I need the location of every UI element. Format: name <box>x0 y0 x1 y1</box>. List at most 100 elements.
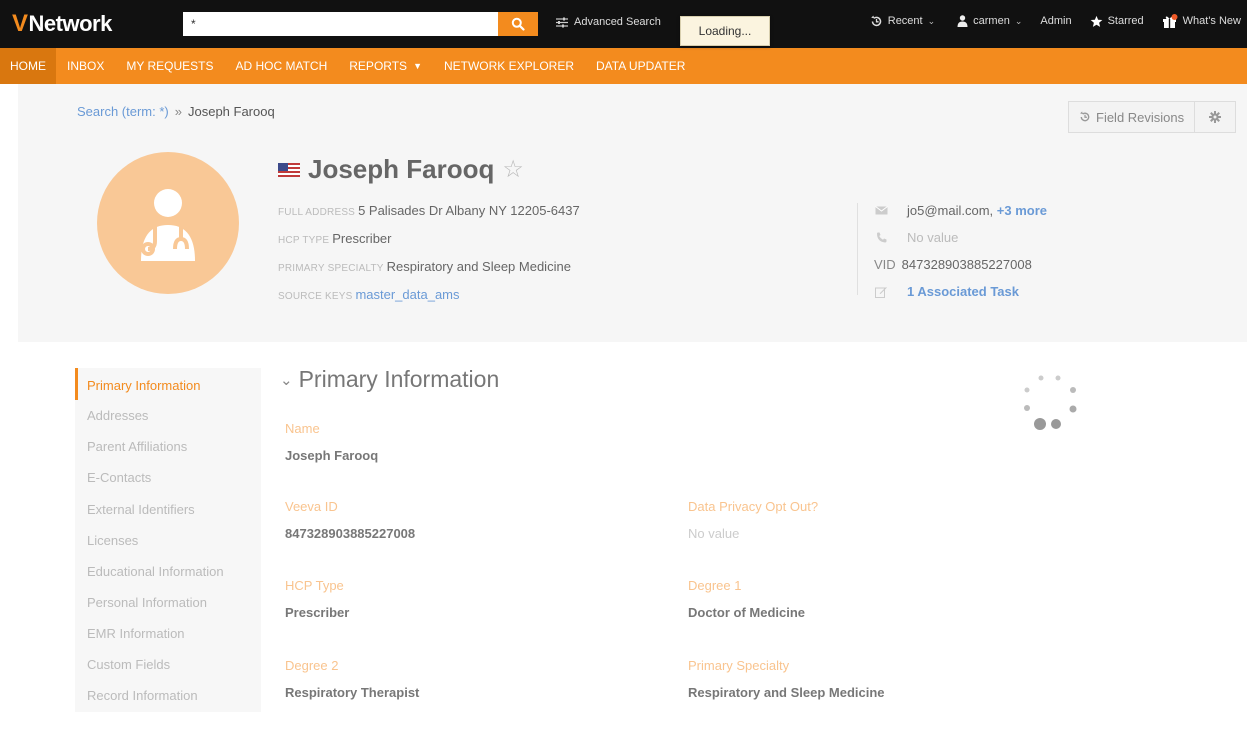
primary-specialty-row: PRIMARY SPECIALTY Respiratory and Sleep M… <box>278 259 571 274</box>
advanced-search-label: Advanced Search <box>574 16 661 28</box>
recent-label: Recent <box>887 15 923 27</box>
breadcrumb-current: Joseph Farooq <box>187 104 275 119</box>
user-menu[interactable]: carmen ⌄ <box>957 15 1022 27</box>
hcp-type-label: HCP TYPE <box>278 235 330 246</box>
breadcrumb-search-link[interactable]: Search (term: *) <box>77 104 169 119</box>
gear-icon <box>1209 111 1222 123</box>
section-header[interactable]: ⌄ Primary Information <box>280 366 499 393</box>
history-icon <box>1080 111 1090 122</box>
field-label-hcp-type: HCP Type <box>285 578 344 593</box>
menu-personal-information[interactable]: Personal Information <box>87 595 207 610</box>
search-input[interactable] <box>183 12 498 36</box>
field-label-veeva-id: Veeva ID <box>285 499 338 514</box>
breadcrumb-separator: » <box>174 104 182 119</box>
menu-external-identifiers[interactable]: External Identifiers <box>87 502 195 517</box>
advanced-search-link[interactable]: Advanced Search <box>556 16 661 28</box>
doctor-icon <box>141 189 195 261</box>
email-row: jo5@mail.com, +3 more <box>874 203 1047 218</box>
field-label-name: Name <box>285 421 320 436</box>
logo-text: Network <box>28 11 113 36</box>
field-value-name: Joseph Farooq <box>285 448 379 463</box>
top-right-menu: Recent ⌄ carmen ⌄ Admin Starred What's N… <box>848 14 1241 28</box>
hcp-name: Joseph Farooq <box>308 154 495 184</box>
favorite-star-icon[interactable]: ☆ <box>502 155 524 184</box>
field-revisions-button[interactable]: Field Revisions <box>1069 102 1196 132</box>
section-menu: Primary Information Addresses Parent Aff… <box>75 368 261 712</box>
nav-home[interactable]: HOME <box>0 48 56 84</box>
hcp-title: Joseph Farooq ☆ <box>278 154 524 185</box>
sliders-icon <box>556 17 568 27</box>
settings-button[interactable] <box>1195 102 1235 132</box>
hcp-type-row: HCP TYPE Prescriber <box>278 231 392 246</box>
avatar <box>97 152 239 294</box>
vid-label: VID <box>874 257 896 272</box>
gift-icon <box>1162 14 1178 28</box>
field-label-privacy: Data Privacy Opt Out? <box>688 499 819 514</box>
whats-new-label: What's New <box>1182 15 1241 27</box>
field-value-degree-1: Doctor of Medicine <box>688 605 806 620</box>
nav-my-requests[interactable]: MY REQUESTS <box>115 48 224 84</box>
primary-specialty-label: PRIMARY SPECIALTY <box>278 263 384 274</box>
search-box <box>183 12 538 36</box>
source-keys-label: SOURCE KEYS <box>278 291 353 302</box>
envelope-icon <box>874 206 888 215</box>
chevron-down-icon: ⌄ <box>927 15 936 26</box>
section-title: Primary Information <box>298 366 500 392</box>
phone-icon <box>874 232 888 243</box>
full-address-value: 5 Palisades Dr Albany NY 12205-6437 <box>358 203 580 218</box>
source-keys-link[interactable]: master_data_ams <box>355 287 459 302</box>
loading-tooltip: Loading... <box>680 16 770 46</box>
menu-e-contacts[interactable]: E-Contacts <box>87 470 151 485</box>
admin-link[interactable]: Admin <box>1040 15 1071 27</box>
menu-addresses[interactable]: Addresses <box>87 408 148 423</box>
menu-educational-information[interactable]: Educational Information <box>87 564 224 579</box>
loading-spinner-icon <box>1024 375 1077 430</box>
source-keys-row: SOURCE KEYS master_data_ams <box>278 287 460 302</box>
menu-parent-affiliations[interactable]: Parent Affiliations <box>87 439 187 454</box>
recent-menu[interactable]: Recent ⌄ <box>870 15 935 28</box>
field-label-degree-2: Degree 2 <box>285 658 339 673</box>
history-icon <box>870 15 881 26</box>
menu-custom-fields[interactable]: Custom Fields <box>87 657 170 672</box>
nav-reports-label: REPORTS <box>349 59 408 73</box>
field-label-primary-specialty: Primary Specialty <box>688 658 790 673</box>
field-label-degree-1: Degree 1 <box>688 578 742 593</box>
nav-inbox[interactable]: INBOX <box>56 48 115 84</box>
menu-primary-information[interactable]: Primary Information <box>87 378 200 393</box>
hcp-type-value: Prescriber <box>332 231 392 246</box>
associated-task-link[interactable]: 1 Associated Task <box>907 284 1019 299</box>
tasks-row: 1 Associated Task <box>874 284 1019 299</box>
search-button[interactable] <box>498 12 538 36</box>
full-address-label: FULL ADDRESS <box>278 207 356 218</box>
menu-emr-information[interactable]: EMR Information <box>87 626 185 641</box>
field-value-privacy: No value <box>688 526 740 541</box>
main-nav: HOME INBOX MY REQUESTS AD HOC MATCH REPO… <box>0 48 1247 84</box>
email-more-link[interactable]: +3 more <box>997 203 1047 218</box>
chevron-down-icon: ⌄ <box>280 371 293 389</box>
field-value-veeva-id: 847328903885227008 <box>285 526 416 541</box>
phone-value: No value <box>907 230 959 245</box>
starred-label: Starred <box>1107 15 1144 27</box>
user-icon <box>957 15 968 27</box>
menu-licenses[interactable]: Licenses <box>87 533 138 548</box>
chevron-down-icon: ▼ <box>413 61 422 71</box>
field-revisions-label: Field Revisions <box>1096 109 1185 125</box>
phone-row: No value <box>874 230 958 245</box>
search-icon <box>511 17 525 31</box>
nav-data-updater[interactable]: DATA UPDATER <box>585 48 696 84</box>
breadcrumb: Search (term: *) » Joseph Farooq <box>77 104 275 119</box>
nav-network-explorer[interactable]: NETWORK EXPLORER <box>433 48 585 84</box>
network-logo[interactable]: V Network <box>12 10 112 38</box>
nav-ad-hoc-match[interactable]: AD HOC MATCH <box>224 48 338 84</box>
primary-specialty-value: Respiratory and Sleep Medicine <box>386 259 571 274</box>
full-address-row: FULL ADDRESS 5 Palisades Dr Albany NY 122… <box>278 203 580 218</box>
top-bar: V Network Advanced Search Loading... <box>0 0 1247 48</box>
field-revisions-group: Field Revisions <box>1068 101 1237 133</box>
active-indicator <box>75 368 78 400</box>
field-value-degree-2: Respiratory Therapist <box>285 685 420 700</box>
user-name: carmen <box>973 15 1010 27</box>
starred-link[interactable]: Starred <box>1090 15 1144 28</box>
whats-new-link[interactable]: What's New <box>1162 14 1241 28</box>
nav-reports[interactable]: REPORTS ▼ <box>338 48 433 84</box>
menu-record-information[interactable]: Record Information <box>87 688 198 703</box>
